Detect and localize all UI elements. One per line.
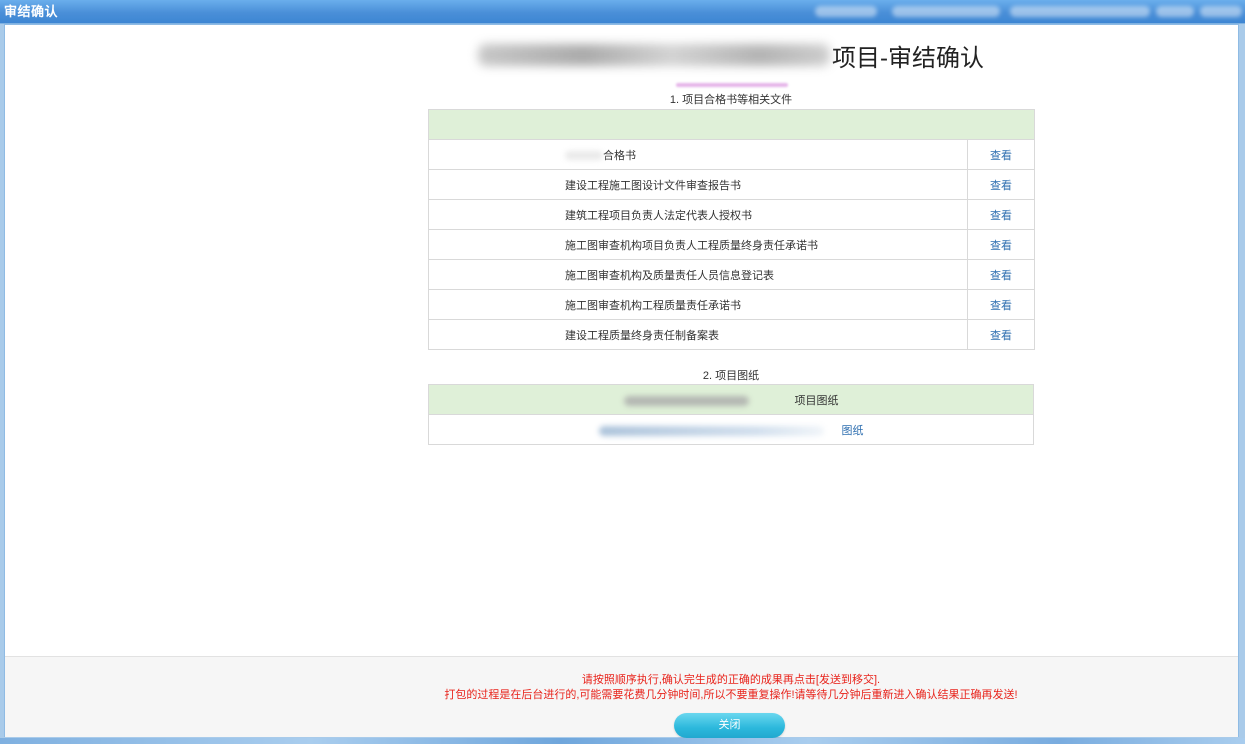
documents-section-heading: 1. 项目合格书等相关文件 (669, 94, 793, 106)
close-button[interactable]: 关闭 (674, 713, 785, 738)
footer-notice-line-1: 请按照顺序执行,确认完生成的正确的成果再点击[发送到移交]. (581, 674, 881, 686)
table-row: 图纸 (428, 414, 1034, 445)
redacted-titlebar-item (1200, 6, 1242, 17)
footer-notice-line-2: 打包的过程是在后台进行的,可能需要花费几分钟时间,所以不要重复操作!请等待几分钟… (444, 689, 1018, 701)
document-action-cell: 查看 (967, 289, 1035, 320)
document-name: 建设工程质量终身责任制备案表 (565, 329, 719, 342)
table-row: 施工图审查机构项目负责人工程质量终身责任承诺书 查看 (428, 229, 1035, 260)
drawings-link-cell: 图纸 (428, 414, 1034, 445)
document-name: 施工图审查机构工程质量责任承诺书 (565, 299, 741, 312)
window-title: 审结确认 (4, 4, 59, 19)
redacted-titlebar-item (815, 6, 877, 17)
redacted-titlebar-item (1010, 6, 1150, 17)
document-action-cell: 查看 (967, 169, 1035, 200)
documents-table: 合格书 查看 建设工程施工图设计文件审查报告书 查看 建筑工程项目负责人法定代表… (428, 109, 1035, 350)
document-name-cell: 建设工程质量终身责任制备案表 (428, 319, 968, 350)
document-name: 合格书 (603, 149, 636, 162)
documents-table-header (428, 109, 1035, 140)
document-action-cell: 查看 (967, 319, 1035, 350)
view-document-link[interactable]: 查看 (990, 300, 1012, 312)
document-name-cell: 施工图审查机构工程质量责任承诺书 (428, 289, 968, 320)
window-bottom-edge (0, 738, 1245, 744)
project-drawings-link[interactable]: 图纸 (842, 425, 864, 437)
document-action-cell: 查看 (967, 229, 1035, 260)
redacted-titlebar-item (892, 6, 1000, 17)
document-name-cell: 建设工程施工图设计文件审查报告书 (428, 169, 968, 200)
drawings-table-header: 项目图纸 (428, 384, 1034, 415)
table-row: 建筑工程项目负责人法定代表人授权书 查看 (428, 199, 1035, 230)
redacted-drawing-name (598, 425, 824, 436)
drawings-table: 项目图纸 图纸 (428, 384, 1034, 445)
title-bar[interactable]: 审结确认 (0, 0, 1245, 24)
table-row: 施工图审查机构工程质量责任承诺书 查看 (428, 289, 1035, 320)
table-row: 合格书 查看 (428, 139, 1035, 170)
document-name-cell: 建筑工程项目负责人法定代表人授权书 (428, 199, 968, 230)
document-action-cell: 查看 (967, 259, 1035, 290)
document-action-cell: 查看 (967, 139, 1035, 170)
page-title-text: 项目-审结确认 (832, 44, 984, 72)
tiny-notice-text (676, 83, 788, 87)
table-row: 建设工程施工图设计文件审查报告书 查看 (428, 169, 1035, 200)
document-name: 施工图审查机构及质量责任人员信息登记表 (565, 269, 774, 282)
table-row: 施工图审查机构及质量责任人员信息登记表 查看 (428, 259, 1035, 290)
drawings-header-label: 项目图纸 (794, 394, 839, 407)
view-document-link[interactable]: 查看 (990, 240, 1012, 252)
documents-header-cell (428, 109, 1035, 140)
page-title: 项目-审结确认 (428, 40, 1034, 72)
document-action-cell: 查看 (967, 199, 1035, 230)
table-row: 建设工程质量终身责任制备案表 查看 (428, 319, 1035, 350)
view-document-link[interactable]: 查看 (990, 210, 1012, 222)
view-document-link[interactable]: 查看 (990, 150, 1012, 162)
redacted-project-name (623, 395, 749, 406)
document-name: 建筑工程项目负责人法定代表人授权书 (565, 209, 752, 222)
document-name-cell: 合格书 (428, 139, 968, 170)
view-document-link[interactable]: 查看 (990, 180, 1012, 192)
drawings-section-heading: 2. 项目图纸 (702, 370, 760, 382)
redacted-project-name (478, 44, 830, 66)
redacted-titlebar-item (1156, 6, 1194, 17)
document-name-cell: 施工图审查机构项目负责人工程质量终身责任承诺书 (428, 229, 968, 260)
document-name: 施工图审查机构项目负责人工程质量终身责任承诺书 (565, 239, 818, 252)
drawings-header-cell: 项目图纸 (428, 384, 1034, 415)
redacted-document-prefix (565, 151, 603, 161)
document-name: 建设工程施工图设计文件审查报告书 (565, 179, 741, 192)
view-document-link[interactable]: 查看 (990, 330, 1012, 342)
view-document-link[interactable]: 查看 (990, 270, 1012, 282)
document-name-cell: 施工图审查机构及质量责任人员信息登记表 (428, 259, 968, 290)
